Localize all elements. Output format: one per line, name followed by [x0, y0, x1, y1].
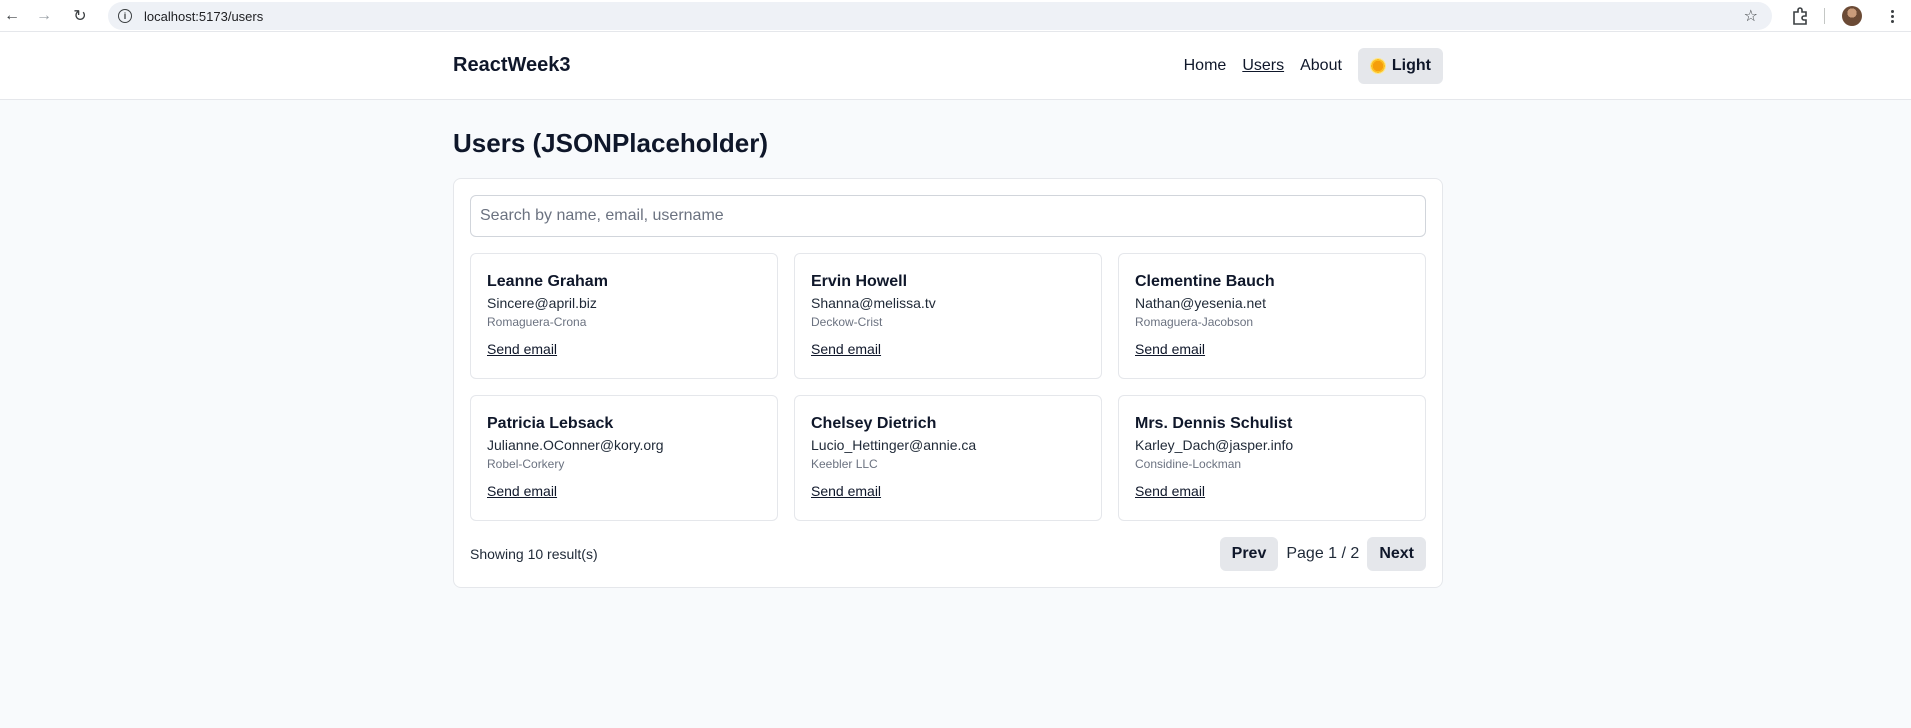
user-card: Ervin Howell Shanna@melissa.tv Deckow-Cr…: [794, 253, 1102, 379]
user-card: Patricia Lebsack Julianne.OConner@kory.o…: [470, 395, 778, 521]
user-email: Julianne.OConner@kory.org: [487, 437, 664, 453]
prev-page-button[interactable]: Prev: [1219, 537, 1279, 571]
user-email: Lucio_Hettinger@annie.ca: [811, 437, 977, 453]
browser-menu-icon[interactable]: [1882, 6, 1902, 26]
browser-toolbar: ← → ↻ i localhost:5173/users ☆: [0, 0, 1911, 32]
profile-avatar[interactable]: [1842, 6, 1862, 26]
results-footer: Showing 10 result(s) Prev Page 1 / 2 Nex…: [470, 537, 1426, 571]
reload-icon[interactable]: ↻: [68, 4, 92, 28]
send-email-link[interactable]: Send email: [487, 341, 557, 357]
user-company: Romaguera-Crona: [487, 315, 587, 329]
theme-toggle-button[interactable]: Light: [1357, 47, 1443, 84]
user-company: Deckow-Crist: [811, 315, 883, 329]
send-email-link[interactable]: Send email: [811, 483, 881, 499]
user-name: Mrs. Dennis Schulist: [1135, 415, 1293, 432]
user-name: Leanne Graham: [487, 273, 608, 290]
user-company: Robel-Corkery: [487, 457, 565, 471]
nav-about-link[interactable]: About: [1300, 57, 1342, 75]
extensions-icon[interactable]: [1790, 6, 1810, 26]
url-text[interactable]: localhost:5173/users: [144, 9, 263, 24]
user-company: Romaguera-Jacobson: [1135, 315, 1254, 329]
user-email: Karley_Dach@jasper.info: [1135, 437, 1294, 453]
theme-toggle-label: Light: [1391, 56, 1431, 74]
site-info-icon[interactable]: i: [118, 9, 132, 23]
user-name: Ervin Howell: [811, 273, 908, 290]
user-card-grid: Leanne Graham Sincere@april.biz Romaguer…: [470, 253, 1426, 521]
user-company: Keebler LLC: [811, 457, 878, 471]
nav-users-link[interactable]: Users: [1242, 57, 1284, 75]
user-card: Mrs. Dennis Schulist Karley_Dach@jasper.…: [1118, 395, 1426, 521]
app-header: ReactWeek3 Home Users About Light: [0, 32, 1911, 100]
users-panel: Leanne Graham Sincere@april.biz Romaguer…: [453, 178, 1443, 588]
user-email: Nathan@yesenia.net: [1135, 295, 1266, 311]
main-nav: Home Users About Light: [1184, 47, 1443, 84]
send-email-link[interactable]: Send email: [1135, 341, 1205, 357]
send-email-link[interactable]: Send email: [1135, 483, 1205, 499]
bookmark-star-icon[interactable]: ☆: [1744, 6, 1758, 26]
user-name: Chelsey Dietrich: [811, 415, 937, 432]
toolbar-divider: [1824, 8, 1825, 24]
results-count: Showing 10 result(s): [470, 546, 598, 562]
next-page-button[interactable]: Next: [1367, 537, 1426, 571]
back-arrow-icon[interactable]: ←: [0, 4, 24, 28]
user-card: Clementine Bauch Nathan@yesenia.net Roma…: [1118, 253, 1426, 379]
page-title: Users (JSONPlaceholder): [453, 128, 769, 158]
user-card: Chelsey Dietrich Lucio_Hettinger@annie.c…: [794, 395, 1102, 521]
send-email-link[interactable]: Send email: [811, 341, 881, 357]
user-name: Patricia Lebsack: [487, 415, 614, 432]
user-card: Leanne Graham Sincere@april.biz Romaguer…: [470, 253, 778, 379]
address-bar[interactable]: i localhost:5173/users ☆: [108, 2, 1772, 30]
search-input[interactable]: [470, 195, 1426, 237]
nav-home-link[interactable]: Home: [1184, 57, 1227, 75]
brand-logo[interactable]: ReactWeek3: [453, 54, 570, 77]
pagination: Prev Page 1 / 2 Next: [1219, 537, 1426, 571]
user-name: Clementine Bauch: [1135, 273, 1275, 290]
user-company: Considine-Lockman: [1135, 457, 1242, 471]
forward-arrow-icon[interactable]: →: [32, 4, 56, 28]
page-indicator: Page 1 / 2: [1286, 545, 1360, 562]
send-email-link[interactable]: Send email: [487, 483, 557, 499]
main-content: Users (JSONPlaceholder) Leanne Graham Si…: [453, 100, 1443, 588]
sun-icon: [1369, 57, 1386, 74]
user-email: Sincere@april.biz: [487, 295, 597, 311]
user-email: Shanna@melissa.tv: [811, 295, 936, 311]
